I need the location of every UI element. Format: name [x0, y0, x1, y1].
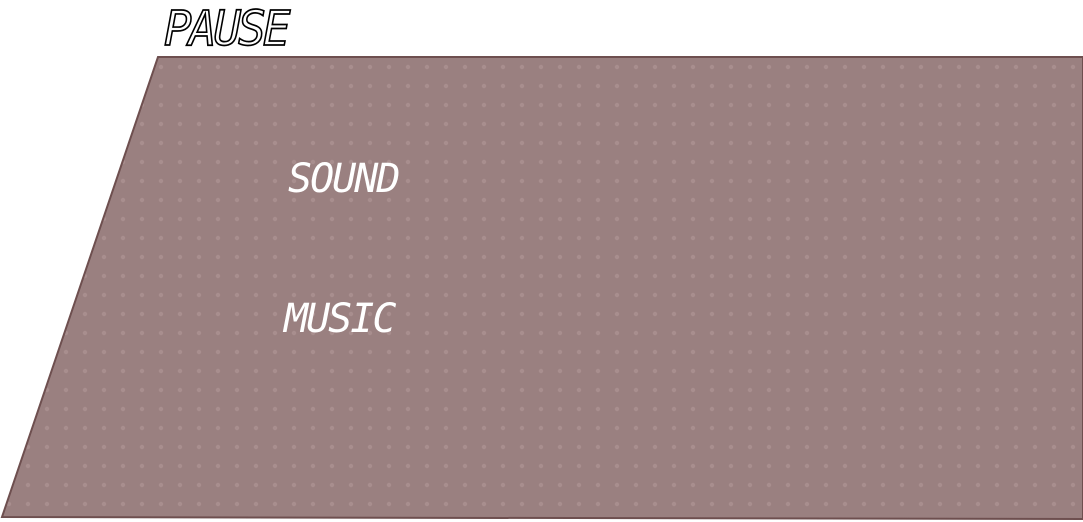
sound-option[interactable]: SOUND: [288, 157, 400, 201]
pause-screen: PAUSE SOUND MUSIC: [0, 0, 1083, 522]
pause-panel: [0, 56, 1083, 521]
pause-panel-dot-texture: [2, 57, 1083, 519]
music-option[interactable]: MUSIC: [284, 297, 396, 341]
pause-title: PAUSE: [163, 0, 291, 58]
